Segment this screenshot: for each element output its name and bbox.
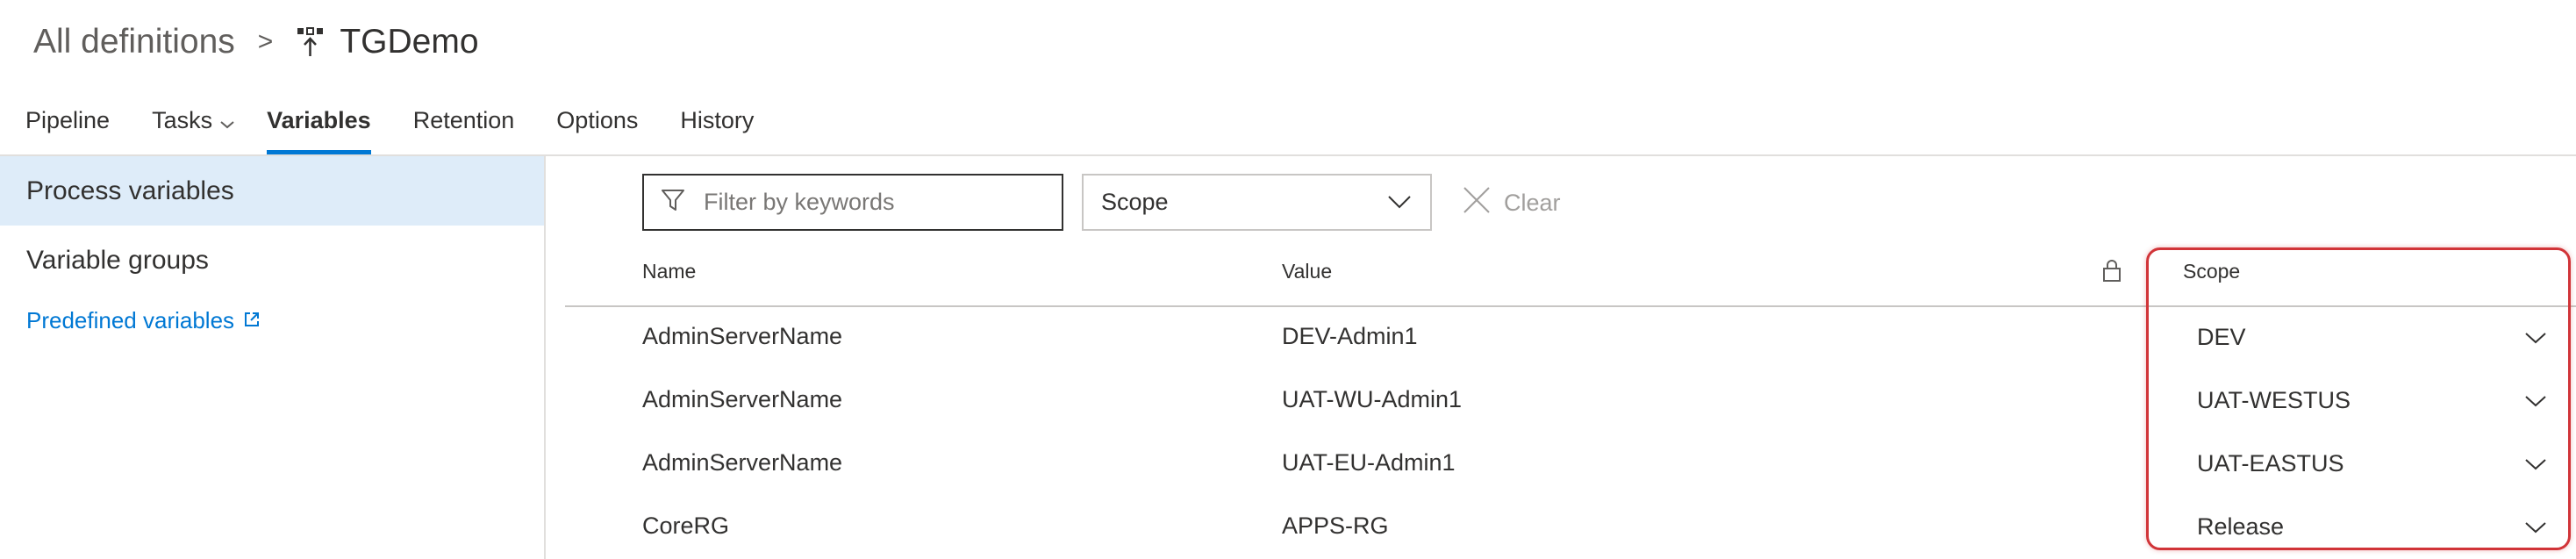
chevron-down-icon: [219, 100, 235, 144]
column-header-value[interactable]: Value: [1282, 260, 1332, 283]
lock-icon: [2101, 258, 2122, 287]
tab-retention[interactable]: Retention: [413, 98, 515, 154]
chevron-down-icon: [2523, 387, 2548, 414]
chevron-down-icon: [2523, 450, 2548, 477]
nav-item-process-variables[interactable]: Process variables: [0, 156, 544, 226]
variable-value[interactable]: UAT-EU-Admin1: [1282, 449, 1456, 477]
table-header-divider: [565, 305, 2576, 307]
variable-name[interactable]: AdminServerName: [642, 449, 842, 477]
tab-variables[interactable]: Variables: [267, 98, 371, 154]
scope-dropdown[interactable]: UAT-EASTUS: [2148, 439, 2560, 488]
variable-value[interactable]: UAT-WU-Admin1: [1282, 386, 1462, 413]
clear-button[interactable]: Clear: [1462, 183, 1561, 223]
tab-history[interactable]: History: [680, 98, 754, 154]
page-title: TGDemo: [340, 23, 479, 61]
column-header-scope[interactable]: Scope: [2183, 260, 2240, 283]
tab-label: History: [680, 107, 755, 133]
clear-label: Clear: [1504, 189, 1561, 216]
tab-label: Pipeline: [25, 107, 111, 133]
tab-pipeline[interactable]: Pipeline: [25, 98, 110, 154]
predefined-variables-link[interactable]: Predefined variables: [0, 307, 544, 334]
scope-dropdown[interactable]: UAT-WESTUS: [2148, 376, 2560, 425]
variable-value[interactable]: APPS-RG: [1282, 512, 1389, 540]
link-label: Predefined variables: [26, 307, 235, 333]
left-nav: Process variables Variable groups Predef…: [0, 156, 546, 559]
nav-item-variable-groups[interactable]: Variable groups: [0, 226, 544, 295]
scope-value: UAT-EASTUS: [2197, 449, 2344, 477]
column-header-name[interactable]: Name: [642, 260, 696, 283]
tab-bar: Pipeline Tasks Variables Retention Optio…: [0, 98, 754, 156]
close-icon: [1462, 185, 1492, 221]
tab-label: Tasks: [152, 107, 213, 133]
breadcrumb-all-definitions[interactable]: All definitions: [33, 23, 235, 61]
breadcrumb: All definitions > TGDemo: [33, 16, 479, 68]
variable-value[interactable]: DEV-Admin1: [1282, 323, 1418, 350]
tab-options[interactable]: Options: [556, 98, 638, 154]
scope-value: DEV: [2197, 323, 2246, 350]
chevron-down-icon: [2523, 324, 2548, 351]
filter-icon: [660, 187, 686, 218]
nav-item-label: Process variables: [26, 176, 234, 205]
scope-dropdown[interactable]: DEV: [2148, 312, 2560, 362]
variable-name[interactable]: AdminServerName: [642, 386, 842, 413]
tab-label: Options: [556, 107, 639, 133]
scope-dropdown[interactable]: Release: [2148, 502, 2560, 551]
chevron-down-icon: [1386, 189, 1413, 216]
breadcrumb-separator: >: [257, 27, 274, 56]
nav-item-label: Variable groups: [26, 245, 209, 275]
filter-keywords-input[interactable]: [702, 188, 1053, 217]
tab-label: Variables: [267, 107, 371, 133]
scope-filter-label: Scope: [1101, 189, 1169, 215]
external-link-icon: [243, 307, 261, 334]
tab-label: Retention: [412, 107, 515, 133]
release-definition-icon: [296, 25, 326, 60]
tab-tasks[interactable]: Tasks: [152, 98, 235, 154]
variable-name[interactable]: CoreRG: [642, 512, 729, 540]
scope-value: UAT-WESTUS: [2197, 386, 2351, 413]
variable-name[interactable]: AdminServerName: [642, 323, 842, 350]
scope-filter-dropdown[interactable]: Scope: [1082, 174, 1432, 231]
scope-value: Release: [2197, 512, 2285, 540]
chevron-down-icon: [2523, 513, 2548, 541]
filter-box: [642, 174, 1063, 231]
